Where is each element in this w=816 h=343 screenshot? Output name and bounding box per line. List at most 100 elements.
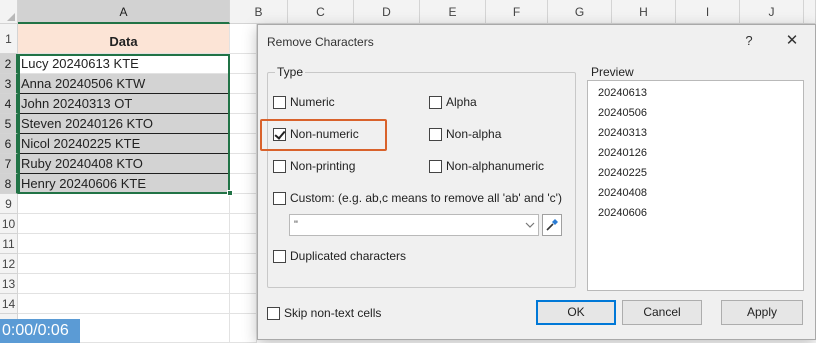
row-header-10[interactable]: 10: [0, 214, 18, 234]
remove-characters-dialog: Remove Characters ? ✕ Type Numeric Alpha…: [257, 24, 816, 340]
empty-cell[interactable]: [230, 274, 257, 294]
empty-cell[interactable]: [230, 314, 257, 343]
row-header-11[interactable]: 11: [0, 234, 18, 254]
empty-cell[interactable]: [230, 194, 257, 214]
data-cell[interactable]: Steven 20240126 KTO: [18, 114, 230, 134]
column-header-f[interactable]: F: [486, 0, 548, 24]
duplicated-checkbox[interactable]: Duplicated characters: [273, 247, 406, 265]
column-header-h[interactable]: H: [612, 0, 676, 24]
custom-checkbox[interactable]: Custom: (e.g. ab,c means to remove all '…: [273, 189, 562, 207]
cancel-button[interactable]: Cancel: [622, 300, 702, 325]
apply-button[interactable]: Apply: [721, 300, 803, 325]
row-header-7[interactable]: 7: [0, 154, 18, 174]
column-header-c[interactable]: C: [288, 0, 354, 24]
empty-cell[interactable]: [18, 294, 230, 314]
row-header-14[interactable]: 14: [0, 294, 18, 314]
non-printing-checkbox[interactable]: Non-printing: [273, 157, 355, 175]
empty-cell[interactable]: [18, 234, 230, 254]
row-header-5[interactable]: 5: [0, 114, 18, 134]
checkbox-box-checked[interactable]: [273, 127, 286, 141]
select-all-corner[interactable]: [0, 0, 18, 24]
empty-cell[interactable]: [230, 174, 257, 194]
column-header-i[interactable]: I: [676, 0, 740, 24]
column-header-e[interactable]: E: [420, 0, 486, 24]
preview-list[interactable]: 20240613 20240506 20240313 20240126 2024…: [587, 80, 804, 291]
empty-cell[interactable]: [230, 114, 257, 134]
column-header-b[interactable]: B: [230, 0, 288, 24]
empty-cell[interactable]: [18, 274, 230, 294]
column-header-j[interactable]: J: [740, 0, 804, 24]
data-cell[interactable]: Lucy 20240613 KTE: [18, 54, 230, 74]
preview-item: 20240606: [598, 207, 647, 219]
column-header-g[interactable]: G: [548, 0, 612, 24]
data-cell[interactable]: Henry 20240606 KTE: [18, 174, 230, 194]
chevron-down-icon[interactable]: [522, 214, 538, 236]
close-button[interactable]: ✕: [783, 32, 801, 50]
data-cell[interactable]: Anna 20240506 KTW: [18, 74, 230, 94]
preview-item: 20240408: [598, 187, 647, 199]
row-header-4[interactable]: 4: [0, 94, 18, 114]
data-cell[interactable]: John 20240313 OT: [18, 94, 230, 114]
ok-button[interactable]: OK: [536, 300, 616, 325]
empty-cell[interactable]: [230, 294, 257, 314]
checkbox-box[interactable]: [429, 95, 442, 109]
preview-item: 20240225: [598, 167, 647, 179]
row-header-1[interactable]: 1: [0, 24, 18, 54]
preview-label: Preview: [591, 65, 634, 79]
preview-item: 20240506: [598, 107, 647, 119]
empty-cell[interactable]: [230, 74, 257, 94]
alpha-checkbox[interactable]: Alpha: [429, 93, 477, 111]
non-printing-label: Non-printing: [290, 159, 356, 173]
dialog-title: Remove Characters: [267, 35, 374, 49]
row-header-3[interactable]: 3: [0, 74, 18, 94]
eyedropper-button[interactable]: [542, 214, 562, 236]
empty-cell[interactable]: [18, 194, 230, 214]
checkbox-box[interactable]: [273, 159, 286, 173]
non-numeric-checkbox[interactable]: Non-numeric: [273, 125, 359, 143]
video-timestamp: 0:00/0:06: [0, 319, 80, 343]
empty-cell[interactable]: [230, 134, 257, 154]
empty-cell[interactable]: [230, 234, 257, 254]
row-header-2[interactable]: 2: [0, 54, 18, 74]
non-numeric-label: Non-numeric: [290, 127, 359, 141]
column-header-a[interactable]: A: [18, 0, 230, 24]
data-cell[interactable]: Nicol 20240225 KTE: [18, 134, 230, 154]
column-header-k[interactable]: [804, 0, 816, 24]
help-button[interactable]: ?: [740, 32, 758, 50]
custom-label: Custom: (e.g. ab,c means to remove all '…: [290, 191, 562, 205]
empty-cell[interactable]: [230, 154, 257, 174]
empty-cell[interactable]: [18, 254, 230, 274]
numeric-checkbox[interactable]: Numeric: [273, 93, 335, 111]
non-alpha-label: Non-alpha: [446, 127, 502, 141]
checkbox-box[interactable]: [267, 306, 280, 320]
skip-non-text-checkbox[interactable]: Skip non-text cells: [267, 304, 381, 322]
empty-cell[interactable]: [230, 214, 257, 234]
checkbox-box[interactable]: [429, 127, 442, 141]
preview-item: 20240126: [598, 147, 647, 159]
row-header-6[interactable]: 6: [0, 134, 18, 154]
row-header-8[interactable]: 8: [0, 174, 18, 194]
row-header-13[interactable]: 13: [0, 274, 18, 294]
data-cell[interactable]: Ruby 20240408 KTO: [18, 154, 230, 174]
alpha-label: Alpha: [446, 95, 477, 109]
empty-cell[interactable]: [230, 54, 257, 74]
column-header-d[interactable]: D: [354, 0, 420, 24]
checkbox-box[interactable]: [429, 159, 442, 173]
non-alphanumeric-checkbox[interactable]: Non-alphanumeric: [429, 157, 544, 175]
empty-cell[interactable]: [230, 24, 257, 54]
empty-cell[interactable]: [230, 254, 257, 274]
header-cell-data[interactable]: Data: [18, 24, 230, 54]
empty-cell[interactable]: [230, 94, 257, 114]
type-group-label: Type: [275, 65, 306, 79]
custom-characters-input[interactable]: ": [289, 214, 539, 236]
non-alpha-checkbox[interactable]: Non-alpha: [429, 125, 501, 143]
fill-handle[interactable]: [227, 190, 233, 196]
checkbox-box[interactable]: [273, 95, 286, 109]
skip-non-text-label: Skip non-text cells: [284, 306, 382, 320]
checkbox-box[interactable]: [273, 249, 286, 263]
checkbox-box[interactable]: [273, 191, 286, 205]
row-header-12[interactable]: 12: [0, 254, 18, 274]
empty-cell[interactable]: [18, 214, 230, 234]
preview-item: 20240613: [598, 87, 647, 99]
row-header-9[interactable]: 9: [0, 194, 18, 214]
